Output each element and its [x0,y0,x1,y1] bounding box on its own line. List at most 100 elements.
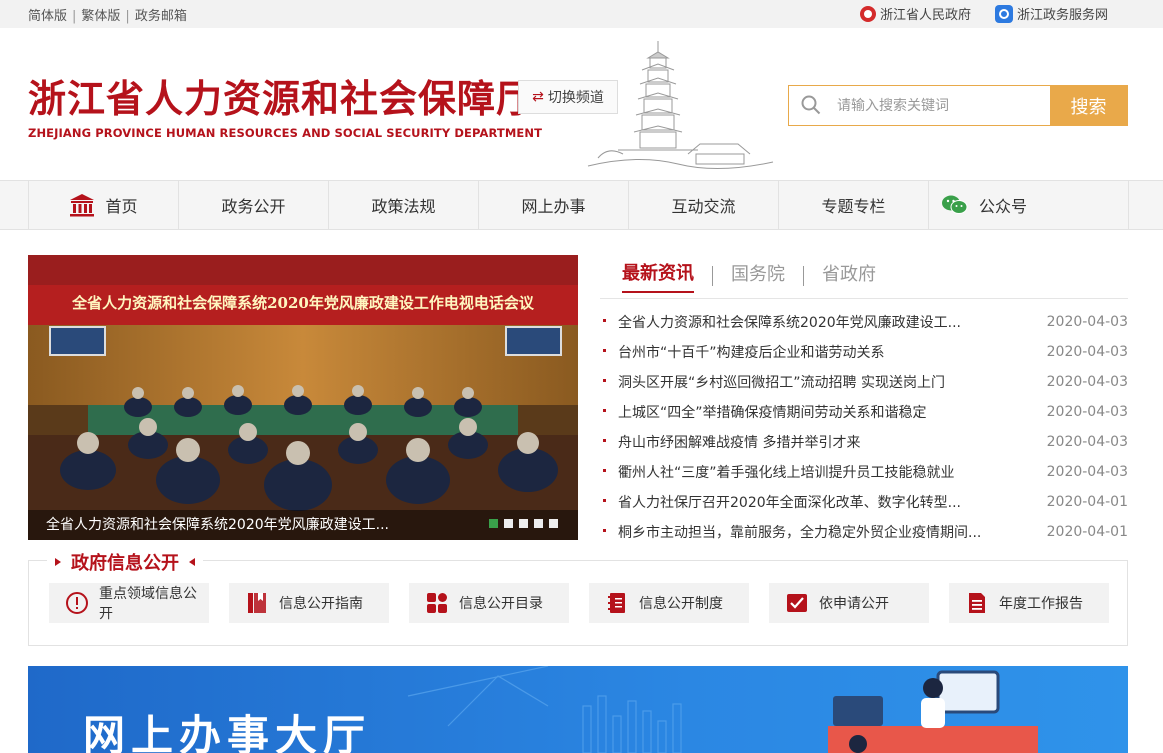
news-date: 2020-04-03 [1046,434,1128,450]
list-item: 台州市“十百千”构建疫后企业和谐劳动关系 2020-04-03 [600,337,1128,367]
news-title[interactable]: 舟山市纾困解难战疫情 多措并举引才来 [600,432,860,452]
news-title[interactable]: 桐乡市主动担当，靠前服务，全力稳定外贸企业疫情期间... [600,522,981,542]
disclosure-catalog-button[interactable]: 信息公开目录 [409,583,569,623]
gov-item-label: 年度工作报告 [999,596,1083,612]
list-item: 洞头区开展“乡村巡回微招工”流动招聘 实现送岗上门 2020-04-03 [600,367,1128,397]
apply-disclosure-button[interactable]: 依申请公开 [769,583,929,623]
nav-wechat-label: 公众号 [979,197,1028,216]
nav-item-policies[interactable]: 政策法规 [329,181,479,229]
news-date: 2020-04-03 [1046,344,1128,360]
slider-caption[interactable]: 全省人力资源和社会保障系统2020年党风廉政建设工... [46,514,389,534]
service-portal-icon [994,4,1013,23]
news-date: 2020-04-03 [1046,374,1128,390]
home-icon [70,194,95,217]
disclosure-guide-button[interactable]: 信息公开指南 [229,583,389,623]
tab-latest-news[interactable]: 最新资讯 [622,259,694,293]
traditional-link[interactable]: 繁体版 [81,9,120,24]
site-title-english: ZHEJIANG PROVINCE HUMAN RESOURCES AND SO… [28,126,543,140]
slider-banner-text: 全省人力资源和社会保障系统2020年党风廉政建设工作电视电话会议 [72,294,534,312]
news-date: 2020-04-03 [1046,464,1128,480]
news-title[interactable]: 上城区“四全”举措确保疫情期间劳动关系和谐稳定 [600,402,927,422]
tab-state-council[interactable]: 国务院 [731,260,785,292]
simplified-link[interactable]: 简体版 [28,9,67,24]
nav-item-interaction[interactable]: 互动交流 [629,181,779,229]
disclosure-rules-button[interactable]: 信息公开制度 [589,583,749,623]
national-emblem-icon [859,5,876,22]
online-services-banner[interactable]: 网上办事大厅 [28,666,1128,753]
news-date: 2020-04-01 [1046,494,1128,510]
form-check-icon [787,594,807,612]
annual-report-button[interactable]: 年度工作报告 [949,583,1109,623]
banner-title: 网上办事大厅 [83,711,372,753]
main-nav: 首页 政务公开 政策法规 网上办事 互动交流 专题专栏 公众号 [0,180,1163,230]
search-box: 搜索 [788,85,1128,126]
divider: | [72,9,77,24]
gov-item-label: 信息公开制度 [639,596,723,612]
gov-info-title: 政府信息公开 [71,553,179,574]
list-item: 舟山市纾困解难战疫情 多措并举引才来 2020-04-03 [600,427,1128,457]
nav-item-gov-affairs[interactable]: 政务公开 [179,181,329,229]
pagoda-illustration [587,41,774,169]
list-item: 桐乡市主动担当，靠前服务，全力稳定外贸企业疫情期间... 2020-04-01 [600,517,1128,547]
gov-mail-link[interactable]: 政务邮箱 [135,9,187,24]
slider-dot[interactable] [519,519,528,528]
list-item: 全省人力资源和社会保障系统2020年党风廉政建设工... 2020-04-03 [600,307,1128,337]
gov-item-label: 信息公开指南 [279,596,363,612]
zhejiang-gov-link[interactable]: 浙江省人民政府 [859,4,971,23]
news-list: 全省人力资源和社会保障系统2020年党风廉政建设工... 2020-04-03 台… [600,298,1128,547]
triangle-left-icon [189,558,195,566]
nav-item-wechat[interactable]: 公众号 [929,181,1129,229]
nav-item-special-topics[interactable]: 专题专栏 [779,181,929,229]
version-links: 简体版 | 繁体版 | 政务邮箱 [28,5,187,24]
search-button[interactable]: 搜索 [1050,85,1127,126]
slider-dot[interactable] [504,519,513,528]
search-input[interactable] [837,94,1037,118]
gov-info-links: 重点领域信息公开 信息公开指南 信息公开目录 信息公开制度 依申请公开 年度工作… [49,583,1109,623]
gov-item-label: 信息公开目录 [459,596,543,612]
gov-item-label: 重点领域信息公开 [99,586,197,622]
slider-dot[interactable] [489,519,498,528]
list-item: 衢州人社“三度”着手强化线上培训提升员工技能稳就业 2020-04-03 [600,457,1128,487]
site-header: 浙江省人力资源和社会保障厅 ZHEJIANG PROVINCE HUMAN RE… [0,28,1163,180]
wechat-icon [942,195,968,214]
news-date: 2020-04-03 [1046,404,1128,420]
nav-home-label: 首页 [105,197,138,216]
news-title[interactable]: 省人力社保厅召开2020年全面深化改革、数字化转型... [600,492,961,512]
nav-item-home[interactable]: 首页 [29,181,179,229]
search-icon [801,95,821,115]
triangle-right-icon [55,558,61,566]
notebook-icon [608,593,625,613]
gov-service-link[interactable]: 浙江政务服务网 [994,4,1108,23]
top-utility-bar: 简体版 | 繁体版 | 政务邮箱 浙江省人民政府 浙江政务服务网 [0,0,1163,28]
key-area-info-button[interactable]: 重点领域信息公开 [49,583,209,623]
list-item: 上城区“四全”举措确保疫情期间劳动关系和谐稳定 2020-04-03 [600,397,1128,427]
site-title[interactable]: 浙江省人力资源和社会保障厅 [28,68,535,123]
slider-dots [489,519,558,528]
shuffle-icon: ⇄ [532,89,544,105]
zhejiang-gov-label: 浙江省人民政府 [879,8,971,23]
news-date: 2020-04-03 [1046,314,1128,330]
gov-item-label: 依申请公开 [819,596,889,612]
divider: | [125,9,130,24]
gov-info-section: 政府信息公开 重点领域信息公开 信息公开指南 信息公开目录 信息公开制度 依申请… [28,549,1128,646]
news-title[interactable]: 衢州人社“三度”着手强化线上培训提升员工技能稳就业 [600,462,955,482]
gov-service-label: 浙江政务服务网 [1016,8,1108,23]
book-icon [248,593,266,613]
gov-info-heading: 政府信息公开 [47,549,203,575]
slider-dot[interactable] [549,519,558,528]
news-panel: 最新资讯 国务院 省政府 全省人力资源和社会保障系统2020年党风廉政建设工..… [600,258,1128,547]
alert-circle-icon [66,592,88,614]
tab-divider [712,266,713,286]
news-tabs: 最新资讯 国务院 省政府 [600,258,1128,294]
news-title[interactable]: 台州市“十百千”构建疫后企业和谐劳动关系 [600,342,885,362]
slider-dot[interactable] [534,519,543,528]
news-title[interactable]: 洞头区开展“乡村巡回微招工”流动招聘 实现送岗上门 [600,372,945,392]
news-title[interactable]: 全省人力资源和社会保障系统2020年党风廉政建设工... [600,312,961,332]
list-item: 省人力社保厅召开2020年全面深化改革、数字化转型... 2020-04-01 [600,487,1128,517]
tab-provincial-gov[interactable]: 省政府 [822,260,876,292]
document-icon [969,593,985,613]
tab-divider [803,266,804,286]
grid-icon [427,593,447,613]
nav-item-online-services[interactable]: 网上办事 [479,181,629,229]
external-links: 浙江省人民政府 浙江政务服务网 [859,4,1108,23]
